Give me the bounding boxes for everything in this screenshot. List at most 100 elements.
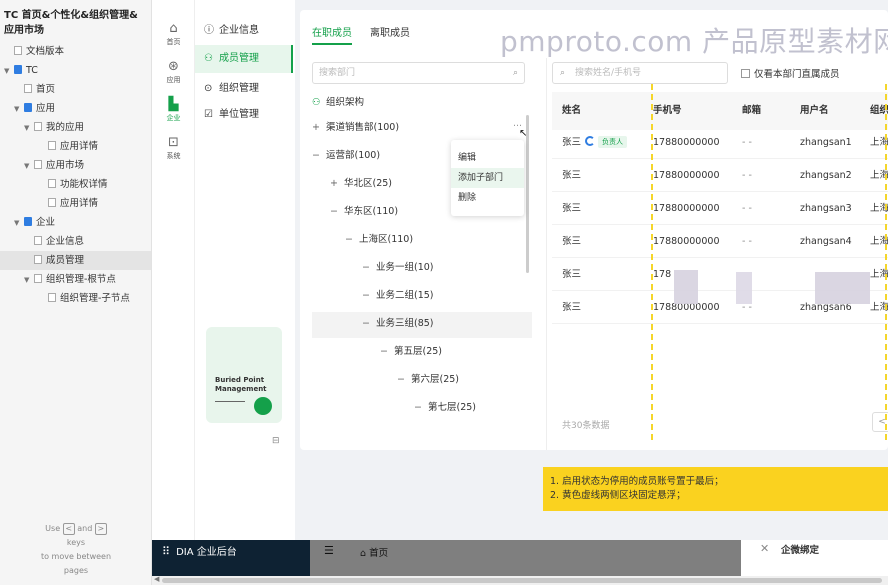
expand-icon[interactable]: +	[330, 171, 344, 197]
expand-icon[interactable]: +	[312, 115, 326, 141]
cell-text: 17880000000	[653, 236, 720, 247]
tab-active-members[interactable]: 在职成员	[312, 24, 352, 39]
cell-user: zhangsan3	[800, 192, 852, 225]
tree-page-item[interactable]: ▼ 我的应用	[0, 118, 151, 137]
dept-node[interactable]: − 上海区(110)	[345, 227, 413, 253]
menu-item-edit[interactable]: 编辑	[451, 148, 524, 168]
tree-page-label: 功能权详情	[60, 179, 108, 190]
tree-page-item[interactable]: 应用详情	[0, 137, 151, 156]
dept-node[interactable]: + 渠道销售部(100)	[312, 115, 399, 141]
pager-prev-button[interactable]: <	[872, 412, 888, 432]
dept-node[interactable]: − 业务三组(85)	[362, 311, 434, 337]
collapse-icon[interactable]: −	[397, 367, 411, 393]
table-row[interactable]: 张三 17880000000- - zhangsan4 上海	[552, 225, 888, 258]
expand-arrow-icon[interactable]: ▼	[24, 157, 34, 176]
menu-toggle-icon[interactable]: ☰	[324, 544, 334, 557]
expand-arrow-icon[interactable]: ▼	[14, 214, 24, 233]
tree-page-item[interactable]: ▼ 应用市场	[0, 156, 151, 175]
main-area: 在职成员 离职成员 搜索部门 ⌕ ⚇ 组织架构 + 渠道销售部(100) − 运营部(10…	[295, 0, 888, 540]
cell-email: - -	[742, 192, 752, 225]
tree-page-item[interactable]: 文档版本	[0, 42, 151, 61]
scrollbar-thumb[interactable]	[162, 578, 882, 583]
hint-and: and	[77, 524, 93, 533]
collapse-icon[interactable]: −	[414, 395, 428, 421]
dept-node[interactable]: − 业务一组(10)	[362, 255, 434, 281]
collapse-icon[interactable]: −	[362, 283, 376, 309]
cell-name: 张三	[562, 291, 581, 324]
cell-text: zhangsan3	[800, 203, 852, 214]
dept-label: 业务一组(10)	[376, 262, 434, 273]
scroll-left-icon[interactable]: ◀	[154, 575, 159, 583]
submenu-member-management[interactable]: ⚇ 成员管理	[195, 45, 293, 73]
tree-page-item[interactable]: 应用详情	[0, 194, 151, 213]
brand-bar[interactable]: ⠿ DIA 企业后台	[152, 540, 310, 576]
tree-page-item[interactable]: 组织管理-子节点	[0, 289, 151, 308]
page-icon	[14, 46, 22, 55]
cell-text: zhangsan2	[800, 170, 852, 181]
folder-icon	[24, 103, 32, 112]
rail-system[interactable]: ⊡ 系统	[152, 136, 195, 161]
collapse-icon[interactable]: −	[362, 255, 376, 281]
tree-page-item[interactable]: 成员管理	[0, 251, 151, 270]
table-row[interactable]: 张三 17880000000- - zhangsan2 上海	[552, 159, 888, 192]
tree-page-item[interactable]: ▼ TC	[0, 61, 151, 80]
promo-card[interactable]: Buried Point Management	[206, 327, 282, 423]
tree-page-item[interactable]: ▼ 组织管理-根节点	[0, 270, 151, 289]
tree-page-item[interactable]: 功能权详情	[0, 175, 151, 194]
dept-node[interactable]: + 华北区(25)	[330, 171, 392, 197]
page-icon	[34, 122, 42, 131]
cell-text: 17880000000	[653, 137, 720, 148]
table-row[interactable]: 张三 负责人 17880000000- - zhangsan1 上海	[552, 126, 888, 159]
expand-arrow-icon[interactable]: ▼	[14, 100, 24, 119]
dept-node[interactable]: − 第六层(25)	[397, 367, 459, 393]
expand-arrow-icon[interactable]: ▼	[24, 271, 34, 290]
tree-page-label: 文档版本	[26, 46, 65, 57]
breadcrumb-home[interactable]: ⌂ 首页	[360, 545, 388, 559]
dept-node[interactable]: − 第五层(25)	[380, 339, 442, 365]
enterprise-icon: ▙	[168, 97, 179, 112]
promo-graphic-icon	[254, 397, 272, 415]
rail-home[interactable]: ⌂ 首页	[152, 22, 195, 47]
menu-item-delete[interactable]: 删除	[451, 188, 524, 208]
close-icon[interactable]: ✕	[760, 542, 769, 555]
dept-node[interactable]: − 运营部(100)	[312, 143, 380, 169]
rail-enterprise[interactable]: ▙ 企业	[152, 98, 195, 123]
tree-page-item[interactable]: 首页	[0, 80, 151, 99]
dept-node[interactable]: − 华东区(110)	[330, 199, 398, 225]
cell-phone: 17880000000	[653, 192, 720, 225]
right-key-icon: >	[94, 522, 107, 535]
dept-root[interactable]: ⚇ 组织架构	[312, 90, 364, 116]
collapse-icon[interactable]: −	[312, 143, 326, 169]
tree-page-label: 成员管理	[46, 255, 85, 266]
promo-line2: Management	[215, 385, 267, 393]
collapse-icon[interactable]: −	[330, 199, 344, 225]
submenu-org-management[interactable]: ⊙ 组织管理	[195, 75, 293, 103]
table-row[interactable]: 张三 17880000000- - zhangsan3 上海	[552, 192, 888, 225]
submenu-enterprise-info[interactable]: ⓘ 企业信息	[195, 17, 293, 45]
dept-search-input[interactable]: 搜索部门 ⌕	[312, 62, 525, 84]
horizontal-scrollbar[interactable]: ◀	[152, 575, 888, 585]
dept-node[interactable]: − 业务二组(15)	[362, 283, 434, 309]
collapse-icon[interactable]: −	[362, 311, 376, 337]
submenu-unit-management[interactable]: ☑ 单位管理	[195, 101, 293, 129]
expand-arrow-icon[interactable]: ▼	[4, 62, 14, 81]
tab-resigned-members[interactable]: 离职成员	[370, 24, 410, 39]
collapse-icon[interactable]: ⊟	[272, 436, 280, 446]
apps-icon: ⊛	[168, 59, 179, 74]
member-search-input[interactable]: ⌕ 搜索姓名/手机号	[552, 62, 728, 84]
rail-apps[interactable]: ⊛ 应用	[152, 60, 195, 85]
navigation-hint: Use < and > keys to move between pages	[0, 522, 152, 578]
collapse-icon[interactable]: −	[380, 339, 394, 365]
hint-line3: to move between	[40, 552, 112, 561]
tree-page-label: 应用详情	[60, 141, 99, 152]
note-line-2: 2. 黄色虚线两侧区块固定悬浮；	[550, 490, 686, 501]
menu-item-add-subdept[interactable]: 添加子部门	[451, 168, 524, 188]
dept-node[interactable]: − 第七层(25)	[414, 395, 476, 421]
tree-page-item[interactable]: ▼ 应用	[0, 99, 151, 118]
expand-arrow-icon[interactable]: ▼	[24, 119, 34, 138]
tree-page-item[interactable]: ▼ 企业	[0, 213, 151, 232]
tree-page-item[interactable]: 企业信息	[0, 232, 151, 251]
only-direct-checkbox[interactable]: 仅看本部门直属成员	[741, 66, 840, 80]
dept-label: 第七层(25)	[428, 402, 477, 413]
collapse-icon[interactable]: −	[345, 227, 359, 253]
